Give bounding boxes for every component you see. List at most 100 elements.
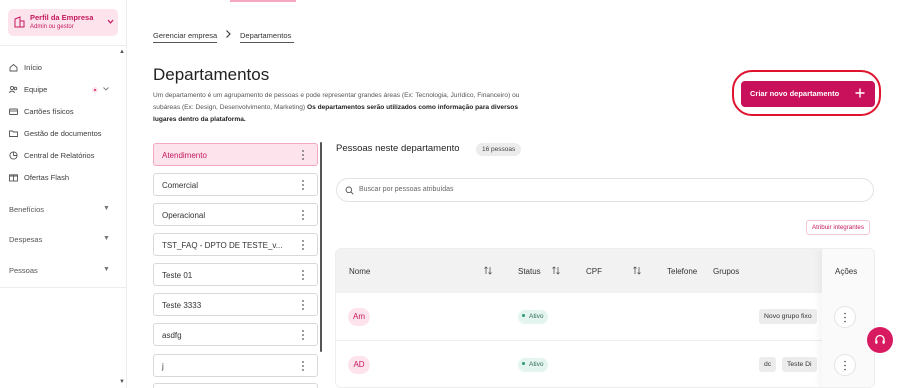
status-badge: Ativo (518, 310, 549, 324)
team-icon (9, 85, 18, 94)
department-label: Atendimento (162, 151, 207, 160)
section-label: Benefícios (9, 205, 45, 214)
folder-icon (9, 130, 18, 137)
column-header-cpf[interactable]: CPF (586, 267, 602, 276)
notification-dot (92, 87, 98, 93)
department-item-asdfg[interactable]: asdfg (153, 323, 318, 346)
group-tag: Novo grupo fixo (759, 309, 817, 324)
more-vertical-icon[interactable] (300, 209, 306, 221)
department-item-partial[interactable] (153, 383, 318, 388)
people-count-badge: 16 pessoas (476, 143, 522, 156)
more-vertical-icon[interactable] (300, 179, 306, 191)
top-accent-bar (230, 0, 296, 2)
sort-icon[interactable] (633, 266, 641, 275)
department-list-scrollbar[interactable] (320, 142, 322, 352)
search-placeholder: Buscar por pessoas atribuídas (359, 186, 454, 193)
department-item-comercial[interactable]: Comercial (153, 173, 318, 196)
more-vertical-icon[interactable] (300, 239, 306, 251)
more-vertical-icon[interactable] (300, 299, 306, 311)
sidebar-item-label: Ofertas Flash (24, 173, 70, 182)
sidebar: Perfil da Empresa Admin ou gestor ▲ Iníc… (0, 0, 127, 388)
department-item-operacional[interactable]: Operacional (153, 203, 318, 226)
people-table: Nome Status CPF Telefone Grupos Am Ativo… (335, 248, 875, 388)
assign-members-button[interactable]: Atribuir integrantes (806, 220, 870, 235)
sidebar-section-despesas[interactable]: Despesas ▼ (0, 233, 119, 247)
sidebar-item-ofertas[interactable]: Ofertas Flash (0, 170, 119, 186)
sidebar-item-label: Início (24, 63, 42, 72)
department-item-teste-01[interactable]: Teste 01 (153, 263, 318, 286)
department-label: Comercial (162, 181, 199, 190)
table-row[interactable]: AD Ativo dc Teste Di (336, 341, 874, 387)
help-chat-button[interactable] (867, 327, 893, 353)
caret-down-icon: ▼ (103, 205, 110, 212)
department-item-teste-3333[interactable]: Teste 3333 (153, 293, 318, 316)
column-header-actions: Ações (835, 267, 858, 276)
column-header-phone: Telefone (667, 267, 698, 276)
sidebar-item-inicio[interactable]: Início (0, 60, 119, 76)
status-badge: Ativo (518, 358, 549, 372)
create-department-button[interactable]: Criar novo departamento (741, 81, 875, 107)
page-title: Departamentos (153, 65, 270, 84)
people-panel-title: Pessoas neste departamento (336, 143, 460, 154)
breadcrumb-parent[interactable]: Gerenciar empresa (153, 31, 217, 43)
sidebar-item-relatorios[interactable]: Central de Relatórios (0, 148, 119, 164)
plus-icon (855, 88, 865, 98)
scroll-up-arrow[interactable]: ▲ (119, 49, 125, 55)
more-vertical-icon[interactable] (300, 360, 306, 372)
sidebar-divider (0, 45, 127, 46)
department-item-atendimento[interactable]: Atendimento (153, 143, 318, 166)
sidebar-item-equipe[interactable]: Equipe (0, 82, 119, 98)
more-vertical-icon[interactable] (300, 269, 306, 281)
section-label: Despesas (9, 235, 43, 244)
headset-icon (875, 334, 885, 344)
column-header-status[interactable]: Status (518, 267, 541, 276)
sidebar-item-documentos[interactable]: Gestão de documentos (0, 126, 119, 142)
sidebar-divider (0, 287, 127, 288)
scroll-down-arrow[interactable]: ▼ (119, 379, 125, 385)
sidebar-item-label: Central de Relatórios (24, 151, 95, 160)
sidebar-section-beneficios[interactable]: Benefícios ▼ (0, 203, 119, 217)
people-search-input[interactable]: Buscar por pessoas atribuídas (336, 178, 874, 202)
actions-column: Ações (822, 249, 874, 387)
avatar: AD (348, 356, 370, 374)
home-icon (9, 63, 18, 72)
sidebar-item-label: Cartões físicos (24, 107, 74, 116)
group-tag: dc (759, 357, 777, 372)
search-icon (345, 186, 354, 195)
column-header-groups: Grupos (713, 267, 740, 276)
profile-subtitle: Admin ou gestor (30, 24, 74, 30)
sidebar-item-label: Gestão de documentos (24, 129, 102, 138)
sort-icon[interactable] (484, 266, 492, 275)
more-vertical-icon[interactable] (300, 149, 306, 161)
department-item-j[interactable]: j (153, 354, 318, 377)
sidebar-item-cartoes[interactable]: Cartões físicos (0, 104, 119, 120)
department-label: asdfg (162, 331, 182, 340)
row-actions-button[interactable] (834, 306, 856, 328)
chevron-down-icon (107, 19, 114, 24)
company-profile-selector[interactable]: Perfil da Empresa Admin ou gestor (8, 9, 118, 36)
department-item-tst-faq[interactable]: TST_FAQ - DPTO DE TESTE_v... (153, 233, 318, 256)
table-header: Nome Status CPF Telefone Grupos (336, 249, 874, 293)
caret-down-icon: ▼ (103, 235, 110, 242)
profile-title: Perfil da Empresa (30, 13, 94, 22)
more-vertical-icon[interactable] (300, 329, 306, 341)
department-label: Operacional (162, 211, 206, 220)
create-department-label: Criar novo departamento (750, 89, 840, 98)
offer-icon (9, 174, 18, 182)
group-tag: Teste Di (782, 357, 817, 372)
chevron-down-icon (103, 87, 109, 91)
more-vertical-icon (844, 360, 846, 371)
sidebar-section-pessoas[interactable]: Pessoas ▼ (0, 264, 119, 278)
card-icon (9, 108, 18, 115)
breadcrumb-current: Departamentos (240, 31, 294, 43)
department-label: Teste 3333 (162, 301, 202, 310)
building-icon (14, 16, 25, 28)
report-icon (9, 151, 18, 160)
department-label: Teste 01 (162, 271, 193, 280)
row-actions-button[interactable] (834, 354, 856, 376)
sort-icon[interactable] (552, 266, 560, 275)
column-header-name[interactable]: Nome (349, 267, 370, 276)
department-label: TST_FAQ - DPTO DE TESTE_v... (162, 241, 283, 250)
department-label: j (162, 362, 164, 371)
table-row[interactable]: Am Ativo Novo grupo fixo (336, 293, 874, 341)
